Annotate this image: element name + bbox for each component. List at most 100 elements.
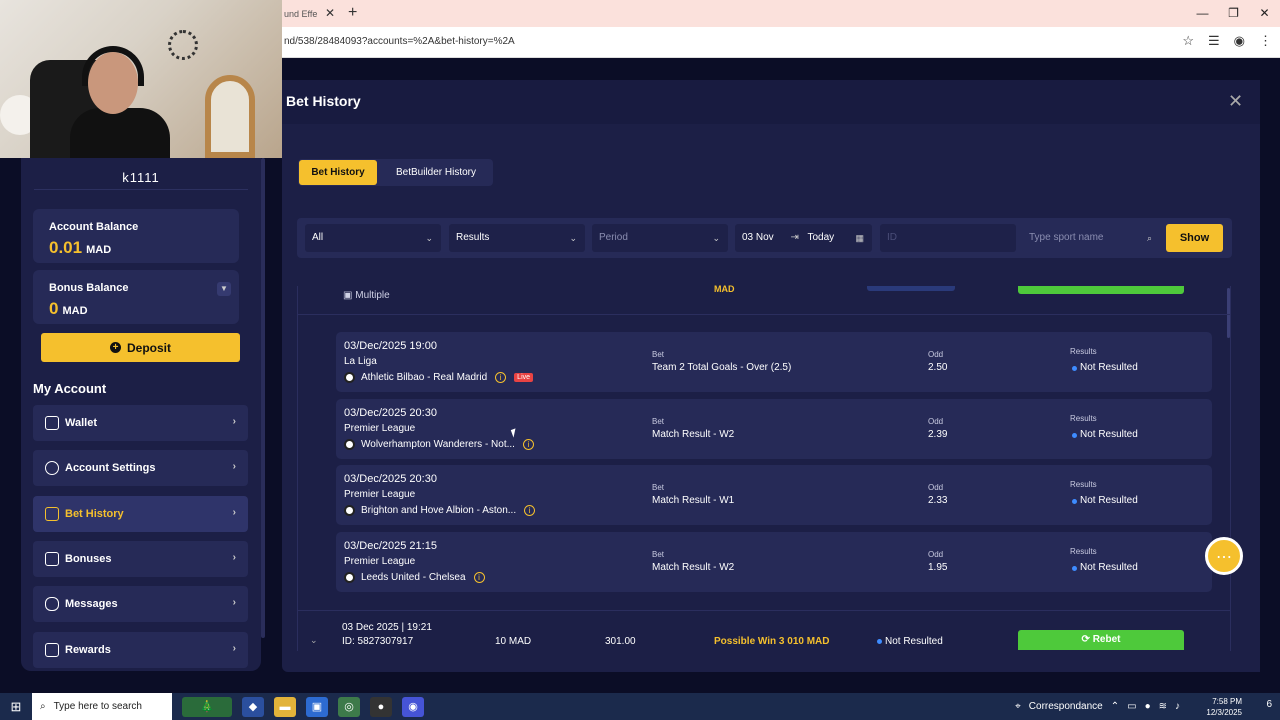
bet-label: Bet (652, 350, 665, 359)
history-icon (45, 507, 59, 521)
media-icon[interactable]: ☰ (1208, 33, 1220, 49)
sidebar-item-bet-history[interactable]: Bet History › (33, 496, 248, 532)
rebet-button[interactable] (1018, 286, 1184, 294)
sidebar-item-account-settings[interactable]: Account Settings › (33, 450, 248, 486)
close-window-icon[interactable]: ✕ (1249, 0, 1280, 27)
result-status: Not Resulted (1080, 429, 1138, 440)
tab-betbuilder-history[interactable]: BetBuilder History (381, 160, 491, 185)
chevron-up-icon[interactable]: ⌃ (1111, 701, 1119, 712)
results-label: Results (1070, 480, 1097, 489)
results-label: Results (1070, 347, 1097, 356)
rebet-button[interactable]: ⟳ Rebet (1018, 630, 1184, 650)
webcam-overlay (0, 0, 282, 158)
status-dot-icon (877, 639, 882, 644)
total-odd: 301.00 (605, 636, 636, 647)
more-icon[interactable]: ⋮ (1259, 33, 1272, 49)
odd-value: 2.33 (928, 495, 948, 506)
tab-bet-history[interactable]: Bet History (299, 160, 377, 185)
bet-selection-card: 03/Dec/2025 20:30 Premier League Wolverh… (336, 399, 1212, 459)
bet-selection-card: 03/Dec/2025 19:00 La Liga Athletic Bilba… (336, 332, 1212, 392)
league-name: Premier League (344, 556, 416, 567)
chevron-down-icon[interactable]: ⌄ (310, 635, 318, 646)
sidebar-item-rewards[interactable]: Rewards › (33, 632, 248, 668)
soccer-ball-icon (344, 572, 355, 583)
date-range-picker[interactable]: 03 Nov ⇥ Today ▦ (735, 224, 872, 252)
wallet-icon (45, 416, 59, 430)
league-name: La Liga (344, 356, 377, 367)
volume-icon[interactable]: ♪ (1175, 701, 1180, 712)
odd-value: 2.50 (928, 362, 948, 373)
chevron-right-icon: › (232, 597, 236, 608)
account-balance-label: Account Balance (49, 221, 139, 233)
odd-value: 2.39 (928, 429, 948, 440)
chevron-down-icon: ⌄ (425, 233, 433, 243)
bet-status: Not Resulted (885, 636, 943, 647)
status-dot-icon (1072, 366, 1077, 371)
show-button[interactable]: Show (1166, 224, 1223, 252)
list-scrollbar[interactable] (1227, 288, 1230, 338)
profile-icon[interactable]: ◉ (1234, 33, 1245, 49)
id-input[interactable]: ID (880, 224, 1016, 252)
sidebar-item-bonuses[interactable]: Bonuses › (33, 541, 248, 577)
bet-selection-card: 03/Dec/2025 21:15 Premier League Leeds U… (336, 532, 1212, 592)
bet-label: Bet (652, 417, 665, 426)
gift-icon (45, 552, 59, 566)
bet-market: Match Result - W2 (652, 562, 735, 573)
match-name: Leeds United - Chelsea i (344, 572, 485, 583)
results-select[interactable]: Results ⌄ (449, 224, 585, 252)
bet-market: Match Result - W2 (652, 429, 735, 440)
chevron-down-icon[interactable]: ▼ (217, 282, 231, 296)
store-icon[interactable]: ▣ (306, 696, 328, 717)
bet-stake: 10 MAD (495, 636, 532, 647)
tab-close-icon[interactable]: ✕ (325, 6, 335, 20)
match-name: Wolverhampton Wanderers - Not... i (344, 439, 534, 450)
minimize-icon[interactable]: — (1187, 0, 1218, 27)
url-text[interactable]: nd/538/28484093?accounts=%2A&bet-history… (284, 36, 515, 47)
taskbar-search[interactable]: ⌕ Type here to search (32, 693, 172, 720)
sidebar-scrollbar[interactable] (261, 158, 265, 638)
info-icon: i (473, 572, 485, 583)
sidebar-item-wallet[interactable]: Wallet › (33, 405, 248, 441)
wifi-icon: ≋ (1158, 701, 1167, 712)
copilot-icon[interactable]: ◆ (242, 696, 264, 717)
bet-label: Bet (652, 550, 665, 559)
bet-type-select[interactable]: All ⌄ (305, 224, 441, 252)
tree-widget-icon[interactable]: 🎄 (182, 696, 232, 717)
search-icon: ⌕ (1146, 233, 1152, 243)
result-status: Not Resulted (1080, 495, 1138, 506)
notification-icon[interactable]: 6 (1266, 699, 1272, 710)
chrome-icon[interactable]: ◎ (338, 696, 360, 717)
discord-icon[interactable]: ◉ (402, 696, 424, 717)
chevron-right-icon: › (232, 507, 236, 518)
message-icon (45, 597, 59, 611)
bonus-balance-card: Bonus Balance 0 MAD ▼ (33, 270, 239, 324)
new-tab-icon[interactable]: + (348, 4, 357, 22)
sidebar-item-messages[interactable]: Messages › (33, 586, 248, 622)
file-explorer-icon[interactable]: ▬ (274, 696, 296, 717)
chevron-right-icon: › (232, 643, 236, 654)
chevron-right-icon: › (232, 552, 236, 563)
league-name: Premier League (344, 423, 416, 434)
restore-icon[interactable]: ❐ (1218, 0, 1249, 27)
bet-type-label: ▣ Multiple (343, 290, 390, 301)
bet-placed-datetime: 03 Dec 2025 | 19:21 (342, 622, 432, 633)
match-name: Athletic Bilbao - Real Madrid i Live (344, 372, 534, 383)
bet-selection-card: 03/Dec/2025 20:30 Premier League Brighto… (336, 465, 1212, 525)
network-icon: ▭ (1127, 701, 1137, 712)
chat-icon[interactable]: ⋯ (1205, 537, 1243, 575)
close-icon[interactable]: ✕ (1228, 91, 1243, 112)
star-icon[interactable]: ☆ (1182, 33, 1194, 49)
amount-fragment: MAD (714, 284, 735, 294)
deposit-button[interactable]: + Deposit (41, 333, 240, 362)
event-datetime: 03/Dec/2025 19:00 (344, 340, 437, 352)
obs-icon[interactable]: ● (370, 696, 392, 717)
windows-start-icon[interactable]: ⊞ (0, 699, 32, 715)
sport-search-input[interactable]: Type sport name ⌕ (1022, 224, 1160, 252)
system-clock[interactable]: 7:58 PM 12/3/2025 (1206, 696, 1242, 718)
username: k1111 (34, 158, 248, 190)
period-select[interactable]: Period ⌄ (592, 224, 728, 252)
soccer-ball-icon (344, 505, 355, 516)
bet-label: Bet (652, 483, 665, 492)
chevron-right-icon: › (232, 416, 236, 427)
result-status: Not Resulted (1080, 562, 1138, 573)
